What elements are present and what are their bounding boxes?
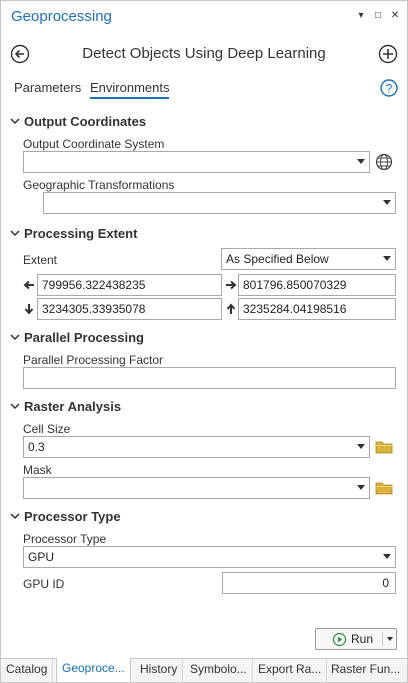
pane-title: Geoprocessing [11,8,112,25]
section-processor-type[interactable]: Processor Type [10,509,121,527]
section-title: Output Coordinates [24,114,147,129]
dock-tab-geoprocessing[interactable]: Geoproce... [56,658,131,682]
section-title: Parallel Processing [24,330,144,345]
dock-tab-raster-functions[interactable]: Raster Fun... [326,659,405,682]
parallel-factor-input[interactable] [23,367,396,389]
cell-size-label: Cell Size [23,422,71,436]
dropdown-arrow-icon [357,485,365,490]
dropdown-arrow-icon [383,200,391,205]
dock-tab-catalog[interactable]: Catalog [1,659,54,682]
run-label: Run [351,632,374,646]
dock-tab-export-raster[interactable]: Export Ra... [253,659,328,682]
folder-icon[interactable] [375,479,393,497]
maximize-icon[interactable]: □ [372,10,384,22]
run-button[interactable]: Run [315,628,397,650]
dropdown-arrow-icon [383,256,391,261]
chevron-down-icon [10,118,20,125]
chevron-down-icon [10,513,20,520]
extent-label: Extent [23,253,58,267]
geo-trans-label: Geographic Transformations [23,178,175,192]
gpu-id-input[interactable]: 0 [222,572,396,594]
output-cs-select[interactable] [23,151,370,173]
chevron-down-icon [10,403,20,410]
dock-tab-history[interactable]: History [135,659,184,682]
gpu-id-label: GPU ID [23,577,65,591]
section-title: Raster Analysis [24,399,122,414]
run-divider [382,632,383,646]
output-cs-label: Output Coordinate System [23,137,165,151]
extent-top-input[interactable]: 3235284.04198516 [238,298,396,320]
geo-trans-select[interactable] [43,192,396,214]
mask-select[interactable] [23,477,370,499]
section-raster-analysis[interactable]: Raster Analysis [10,399,121,417]
tab-environments[interactable]: Environments [90,80,170,99]
pane-title-bar: Geoprocessing ▾ □ ✕ [1,1,407,31]
dock-tab-symbology[interactable]: Symbolo... [185,659,253,682]
left-arrow-icon [23,280,34,290]
extent-value: As Specified Below [226,252,329,266]
close-icon[interactable]: ✕ [389,10,401,22]
mask-label: Mask [23,463,52,477]
help-icon[interactable]: ? [380,79,398,97]
down-arrow-icon [24,304,34,315]
tool-header: Detect Objects Using Deep Learning [0,32,408,76]
dropdown-arrow-icon [383,554,391,559]
run-dropdown-icon[interactable] [387,637,393,641]
section-processing-extent[interactable]: Processing Extent [10,226,137,244]
section-parallel-processing[interactable]: Parallel Processing [10,330,144,348]
extent-right-input[interactable]: 801796.850070329 [238,274,396,296]
dock-tabs: Catalog Geoproce... History Symbolo... E… [1,658,407,682]
chevron-down-icon [10,230,20,237]
right-arrow-icon [226,280,237,290]
processor-type-value: GPU [28,550,55,564]
add-icon[interactable] [378,44,398,64]
tool-title: Detect Objects Using Deep Learning [82,45,326,62]
pane-menu-icon[interactable]: ▾ [355,10,367,22]
svg-text:?: ? [386,82,393,96]
tab-parameters[interactable]: Parameters [14,80,81,95]
up-arrow-icon [226,303,236,314]
folder-icon[interactable] [375,438,393,456]
processor-type-label: Processor Type [23,532,107,546]
extent-select[interactable]: As Specified Below [221,248,396,270]
cell-size-select[interactable]: 0.3 [23,436,370,458]
extent-bottom-input[interactable]: 3234305.33935078 [37,298,222,320]
chevron-down-icon [10,334,20,341]
dropdown-arrow-icon [357,444,365,449]
globe-icon[interactable] [375,153,393,171]
section-title: Processing Extent [24,226,138,241]
play-icon [333,633,346,646]
section-output-coordinates[interactable]: Output Coordinates [10,114,146,132]
back-arrow-icon[interactable] [10,44,30,64]
dropdown-arrow-icon [357,159,365,164]
processor-type-select[interactable]: GPU [23,546,396,568]
cell-size-value: 0.3 [28,440,45,454]
section-title: Processor Type [24,509,121,524]
parallel-factor-label: Parallel Processing Factor [23,353,164,367]
extent-left-input[interactable]: 799956.322438235 [37,274,222,296]
